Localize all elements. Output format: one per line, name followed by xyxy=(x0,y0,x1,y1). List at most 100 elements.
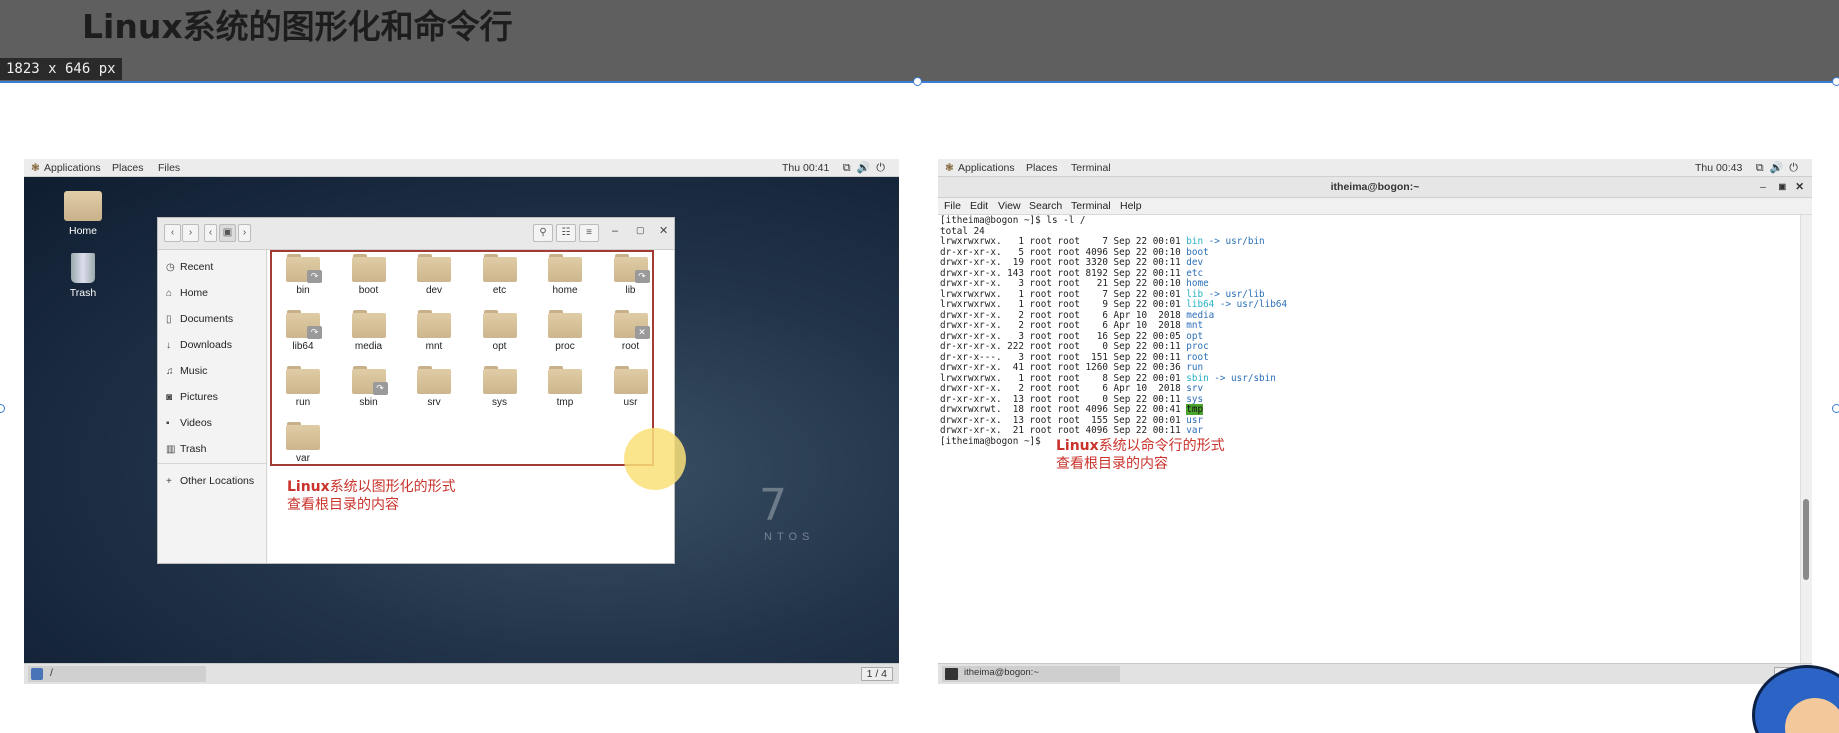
resize-handle-left[interactable] xyxy=(0,404,5,413)
sidebar-item-pictures[interactable]: ◙ Pictures xyxy=(166,391,218,403)
resize-handle-top[interactable] xyxy=(913,77,922,86)
folder-lib64[interactable]: ↷ lib64 xyxy=(278,310,328,352)
file-manager-window[interactable]: ‹ › ‹ ▣ › ⚲ ☷ ≡ – ▢ ✕ ◷ Recent ⌂ Home ▯ Doc… xyxy=(157,217,675,564)
sidebar-item-label: Trash xyxy=(180,443,207,455)
forward-button[interactable]: › xyxy=(182,224,199,242)
terminal-line: drwxr-xr-x. 19 root root 3320 Sep 22 00:… xyxy=(940,257,1204,268)
gui-annotation: Linux系统以图形化的形式 查看根目录的内容 xyxy=(287,478,456,514)
folder-label: opt xyxy=(492,341,507,352)
folder-dev[interactable]: dev xyxy=(409,254,459,296)
folder-icon xyxy=(286,366,320,394)
terminal-task-icon xyxy=(945,668,958,680)
folder-run[interactable]: run xyxy=(278,366,328,408)
desktop-icon-home[interactable]: Home xyxy=(53,191,113,237)
back-button[interactable]: ‹ xyxy=(164,224,181,242)
system-tray[interactable]: ⧉🔊⏻ xyxy=(843,161,891,175)
folder-icon xyxy=(548,254,582,282)
sidebar-item-videos[interactable]: ▪ Videos xyxy=(166,417,212,429)
folder-boot[interactable]: boot xyxy=(344,254,394,296)
sidebar-item-other-locations[interactable]: + Other Locations xyxy=(166,475,254,487)
system-tray[interactable]: ⧉🔊⏻ xyxy=(1756,161,1804,175)
scrollbar-thumb[interactable] xyxy=(1803,499,1809,580)
close-button[interactable]: ✕ xyxy=(1795,177,1804,197)
taskbar-task[interactable]: / xyxy=(28,666,206,682)
view-options-button[interactable]: ☷ xyxy=(556,224,576,242)
applications-menu[interactable]: Applications xyxy=(44,162,101,174)
folder-opt[interactable]: opt xyxy=(475,310,525,352)
folder-media[interactable]: media xyxy=(344,310,394,352)
menu-terminal[interactable]: Terminal xyxy=(1071,200,1111,212)
applications-menu[interactable]: Applications xyxy=(958,162,1015,174)
cli-topbar: ❃ Applications Places Terminal Thu 00:43… xyxy=(938,159,1812,177)
minimize-button[interactable]: – xyxy=(1760,177,1766,197)
folder-icon xyxy=(548,366,582,394)
path-left-button[interactable]: ‹ xyxy=(204,224,217,242)
list-view-icon: ☷ xyxy=(561,227,571,238)
gui-screenshot: ❃ Applications Places Files Thu 00:41 ⧉🔊… xyxy=(24,159,899,684)
symlink-badge-icon: ↷ xyxy=(634,270,650,283)
folder-label: root xyxy=(621,341,640,352)
folder-icon xyxy=(482,310,517,338)
app-menu[interactable]: Terminal xyxy=(1071,162,1111,174)
folder-root[interactable]: ✕ root xyxy=(606,310,656,352)
taskbar-task[interactable]: itheima@bogon:~ xyxy=(942,666,1120,682)
resize-handle-top-right[interactable] xyxy=(1832,77,1839,86)
folder-label: run xyxy=(295,397,311,408)
folder-var[interactable]: var xyxy=(278,422,328,464)
menu-search[interactable]: Search xyxy=(1029,200,1062,212)
maximize-button[interactable]: ▣ xyxy=(1778,177,1786,197)
sidebar-item-downloads[interactable]: ↓ Downloads xyxy=(166,339,232,351)
terminal-scrollbar[interactable] xyxy=(1800,215,1812,663)
search-button[interactable]: ⚲ xyxy=(533,224,553,242)
sidebar-item-documents[interactable]: ▯ Documents xyxy=(166,313,233,325)
resize-handle-right[interactable] xyxy=(1832,404,1839,413)
sidebar-item-home[interactable]: ⌂ Home xyxy=(166,287,208,299)
entry-name: run xyxy=(1186,362,1204,373)
folder-lib[interactable]: ↷ lib xyxy=(606,254,656,296)
sidebar-item-recent[interactable]: ◷ Recent xyxy=(166,261,213,273)
entry-name: etc xyxy=(1186,267,1204,279)
folder-icon xyxy=(548,310,582,338)
menu-edit[interactable]: Edit xyxy=(970,200,988,212)
cursor-highlight xyxy=(624,428,686,490)
clock[interactable]: Thu 00:41 xyxy=(782,162,829,174)
places-menu[interactable]: Places xyxy=(1026,162,1058,174)
folder-usr[interactable]: usr xyxy=(606,366,656,408)
dimension-badge: 1823 x 646 px xyxy=(0,58,122,80)
folder-etc[interactable]: etc xyxy=(475,254,525,296)
terminal-line: drwxr-xr-x. 41 root root 1260 Sep 22 00:… xyxy=(940,362,1204,373)
entry-name: media xyxy=(1186,309,1215,321)
places-menu[interactable]: Places xyxy=(112,162,144,174)
folder-home[interactable]: home xyxy=(540,254,590,296)
folder-tmp[interactable]: tmp xyxy=(540,366,590,408)
entry-name: opt xyxy=(1186,330,1204,342)
path-right-button[interactable]: › xyxy=(238,224,251,242)
folder-proc[interactable]: proc xyxy=(540,310,590,352)
search-icon: ⚲ xyxy=(539,227,547,238)
folder-sys[interactable]: sys xyxy=(475,366,525,408)
sidebar-item-trash[interactable]: ▥ Trash xyxy=(166,443,206,455)
desktop-icon-trash[interactable]: Trash xyxy=(53,253,113,299)
folder-icon xyxy=(482,254,517,282)
terminal-output[interactable]: [itheima@bogon ~]$ ls -l / total 24 lrwxrw… xyxy=(938,215,1800,663)
menu-file[interactable]: File xyxy=(944,200,961,212)
terminal-line: lrwxrwxrwx. 1 root root 9 Sep 22 00:01 l… xyxy=(940,299,1288,310)
folder-bin[interactable]: ↷ bin xyxy=(278,254,328,296)
clock[interactable]: Thu 00:43 xyxy=(1695,162,1742,174)
minimize-button[interactable]: – xyxy=(612,225,618,237)
folder-sbin[interactable]: ↷ sbin xyxy=(344,366,394,408)
folder-mnt[interactable]: mnt xyxy=(409,310,459,352)
file-manager-header: ‹ › ‹ ▣ › ⚲ ☷ ≡ – ▢ ✕ xyxy=(158,218,674,250)
menu-help[interactable]: Help xyxy=(1120,200,1142,212)
app-menu[interactable]: Files xyxy=(158,162,180,174)
maximize-button[interactable]: ▢ xyxy=(636,225,645,236)
folder-label: bin xyxy=(296,285,310,296)
menu-button[interactable]: ≡ xyxy=(579,224,599,242)
folder-srv[interactable]: srv xyxy=(409,366,459,408)
terminal-line: [itheima@bogon ~]$ ls -l / xyxy=(940,215,1086,226)
root-drive-button[interactable]: ▣ xyxy=(219,224,236,242)
sidebar-item-music[interactable]: ♫ Music xyxy=(166,365,207,377)
workspace-indicator[interactable]: 1 / 4 xyxy=(860,667,893,681)
menu-view[interactable]: View xyxy=(998,200,1021,212)
close-button[interactable]: ✕ xyxy=(659,224,668,237)
